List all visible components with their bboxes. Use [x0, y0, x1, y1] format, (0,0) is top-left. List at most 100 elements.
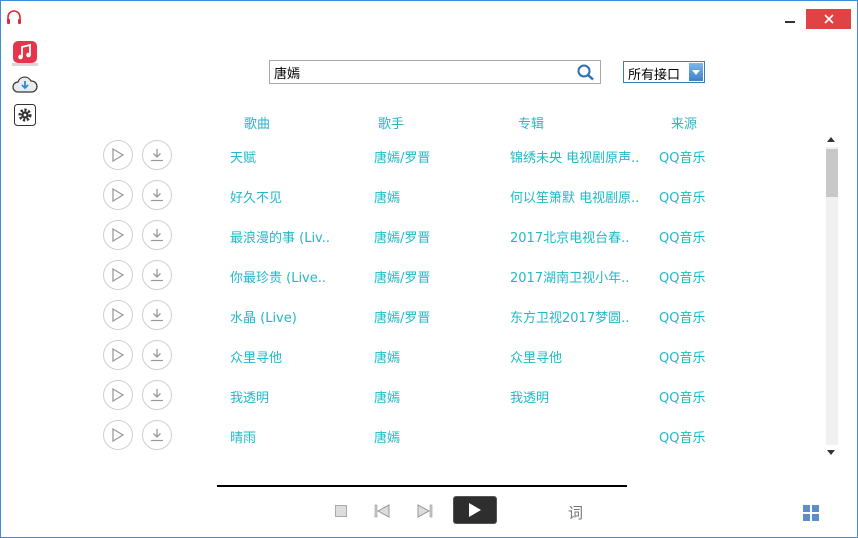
- song-artist[interactable]: 唐嫣/罗晋: [374, 307, 430, 326]
- play-icon: [112, 308, 124, 322]
- download-song-button[interactable]: [142, 220, 172, 250]
- search-box: [269, 60, 601, 84]
- search-icon[interactable]: [576, 63, 596, 81]
- source-select-value: 所有接口: [628, 68, 681, 83]
- play-song-button[interactable]: [103, 380, 133, 410]
- song-row[interactable]: 众里寻他 唐嫣 众里寻他 QQ音乐: [1, 338, 821, 378]
- play-icon: [469, 503, 481, 517]
- play-song-button[interactable]: [103, 180, 133, 210]
- song-album[interactable]: 东方卫视2017梦圆..: [510, 307, 629, 326]
- play-icon: [112, 388, 124, 402]
- download-song-button[interactable]: [142, 140, 172, 170]
- song-row[interactable]: 天赋 唐嫣/罗晋 锦绣未央 电视剧原声.. QQ音乐: [1, 138, 821, 178]
- song-source: QQ音乐: [659, 191, 706, 206]
- download-song-button[interactable]: [142, 340, 172, 370]
- music-note-icon: [12, 41, 38, 66]
- search-input[interactable]: [274, 63, 564, 81]
- song-title[interactable]: 天赋: [230, 147, 256, 166]
- lyrics-button[interactable]: 词: [568, 502, 583, 523]
- song-album[interactable]: 我透明: [510, 387, 549, 406]
- download-icon: [151, 349, 163, 362]
- play-song-button[interactable]: [103, 420, 133, 450]
- grid-view-icon[interactable]: [803, 505, 819, 521]
- song-row[interactable]: 好久不见 唐嫣 何以笙箫默 电视剧原.. QQ音乐: [1, 178, 821, 218]
- settings-button[interactable]: [12, 103, 38, 127]
- column-header-artist[interactable]: 歌手: [378, 113, 404, 132]
- download-icon: [151, 189, 163, 202]
- download-song-button[interactable]: [142, 180, 172, 210]
- previous-button[interactable]: [373, 503, 391, 519]
- scroll-down-arrow-icon[interactable]: [824, 446, 838, 458]
- song-artist[interactable]: 唐嫣/罗晋: [374, 227, 430, 246]
- stop-button[interactable]: [333, 503, 349, 519]
- skip-forward-icon: [417, 504, 433, 518]
- cloud-download-button[interactable]: [12, 73, 38, 97]
- column-header-album[interactable]: 专辑: [518, 113, 544, 132]
- download-icon: [151, 309, 163, 322]
- song-source: QQ音乐: [659, 431, 706, 446]
- next-button[interactable]: [416, 503, 434, 519]
- play-icon: [112, 148, 124, 162]
- play-song-button[interactable]: [103, 140, 133, 170]
- song-album[interactable]: 2017北京电视台春..: [510, 227, 629, 246]
- song-album[interactable]: 众里寻他: [510, 347, 562, 366]
- song-row[interactable]: 你最珍贵 (Live.. 唐嫣/罗晋 2017湖南卫视小年.. QQ音乐: [1, 258, 821, 298]
- download-icon: [151, 429, 163, 442]
- play-song-button[interactable]: [103, 340, 133, 370]
- song-source: QQ音乐: [659, 271, 706, 286]
- download-song-button[interactable]: [142, 420, 172, 450]
- play-icon: [112, 348, 124, 362]
- song-album[interactable]: 2017湖南卫视小年..: [510, 267, 629, 286]
- song-row[interactable]: 我透明 唐嫣 我透明 QQ音乐: [1, 378, 821, 418]
- play-song-button[interactable]: [103, 300, 133, 330]
- close-button[interactable]: [806, 9, 851, 29]
- song-row[interactable]: 水晶 (Live) 唐嫣/罗晋 东方卫视2017梦圆.. QQ音乐: [1, 298, 821, 338]
- play-song-button[interactable]: [103, 220, 133, 250]
- song-title[interactable]: 水晶 (Live): [230, 307, 297, 326]
- song-title[interactable]: 好久不见: [230, 187, 282, 206]
- song-artist[interactable]: 唐嫣: [374, 387, 400, 406]
- chevron-down-icon: [689, 63, 703, 81]
- song-artist[interactable]: 唐嫣/罗晋: [374, 147, 430, 166]
- skip-back-icon: [374, 504, 390, 518]
- scroll-track[interactable]: [826, 147, 838, 445]
- song-artist[interactable]: 唐嫣: [374, 427, 400, 446]
- app-window: 所有接口 歌曲 歌手 专辑 来源 天赋唐嫣/罗晋锦绣未央 电视剧原声..QQ音乐…: [0, 0, 858, 538]
- song-title[interactable]: 晴雨: [230, 427, 256, 446]
- cloud-download-icon: [12, 76, 38, 93]
- play-icon: [112, 428, 124, 442]
- minimize-icon: [785, 21, 795, 23]
- song-title[interactable]: 我透明: [230, 387, 269, 406]
- minimize-button[interactable]: [777, 9, 803, 29]
- song-album[interactable]: 何以笙箫默 电视剧原..: [510, 187, 639, 206]
- scrollbar[interactable]: [824, 133, 838, 458]
- play-button[interactable]: [453, 496, 497, 524]
- song-row[interactable]: 最浪漫的事 (Liv.. 唐嫣/罗晋 2017北京电视台春.. QQ音乐: [1, 218, 821, 258]
- download-icon: [151, 269, 163, 282]
- source-select[interactable]: 所有接口: [623, 61, 705, 83]
- song-row[interactable]: 晴雨 唐嫣 QQ音乐: [1, 418, 821, 457]
- song-artist[interactable]: 唐嫣: [374, 187, 400, 206]
- play-song-button[interactable]: [103, 260, 133, 290]
- music-library-button[interactable]: [12, 41, 38, 67]
- download-song-button[interactable]: [142, 300, 172, 330]
- playback-progress-bar[interactable]: [217, 485, 627, 487]
- download-icon: [151, 149, 163, 162]
- scroll-thumb[interactable]: [826, 149, 838, 197]
- scroll-up-arrow-icon[interactable]: [824, 133, 838, 145]
- play-icon: [112, 188, 124, 202]
- song-title[interactable]: 你最珍贵 (Live..: [230, 267, 326, 286]
- stop-icon: [335, 505, 347, 517]
- song-title[interactable]: 最浪漫的事 (Liv..: [230, 227, 330, 246]
- song-artist[interactable]: 唐嫣/罗晋: [374, 267, 430, 286]
- gear-icon: [14, 104, 36, 126]
- download-icon: [151, 389, 163, 402]
- song-title[interactable]: 众里寻他: [230, 347, 282, 366]
- download-song-button[interactable]: [142, 380, 172, 410]
- headphones-icon: [7, 10, 21, 24]
- song-album[interactable]: 锦绣未央 电视剧原声..: [510, 147, 639, 166]
- song-artist[interactable]: 唐嫣: [374, 347, 400, 366]
- column-header-source[interactable]: 来源: [671, 113, 697, 132]
- download-song-button[interactable]: [142, 260, 172, 290]
- column-header-song[interactable]: 歌曲: [244, 113, 270, 132]
